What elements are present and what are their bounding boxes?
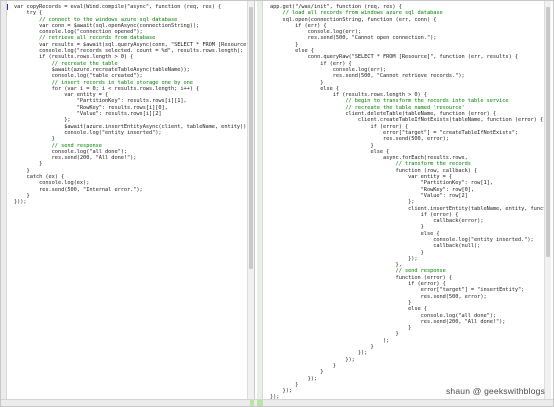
left-change-margin bbox=[1, 1, 7, 400]
left-vertical-scrollbar[interactable] bbox=[247, 1, 254, 400]
left-code-pane[interactable]: var copyRecords = eval(Wind.compile("asy… bbox=[1, 1, 255, 400]
left-scrollbar-thumb[interactable] bbox=[249, 7, 253, 269]
code-line: var copyRecords = eval(Wind.compile("asy… bbox=[14, 4, 222, 10]
right-change-margin bbox=[257, 1, 263, 400]
watermark-text: shaun @ geekswithblogs bbox=[445, 386, 545, 396]
editor-window: var copyRecords = eval(Wind.compile("asy… bbox=[0, 0, 554, 407]
code-line: client.createTableIfNotExists(tableName,… bbox=[270, 117, 544, 124]
horizontal-scroll-strip[interactable] bbox=[1, 399, 553, 406]
right-change-indicator bbox=[257, 400, 263, 406]
code-line: client.insertEntity(tableName, entity, f… bbox=[408, 205, 551, 212]
right-vertical-scrollbar[interactable] bbox=[544, 1, 551, 400]
code-line: $await(azure.insertEntityAsync(client, t… bbox=[14, 123, 250, 130]
right-scrollbar-thumb[interactable] bbox=[546, 7, 550, 257]
code-comment-line: // begin to transform the records into t… bbox=[270, 98, 509, 105]
right-code-body[interactable]: app.get("/was/init", function (req, res)… bbox=[270, 4, 551, 400]
text-cursor bbox=[7, 4, 8, 10]
left-code-body[interactable]: var copyRecords = eval(Wind.compile("asy… bbox=[14, 4, 254, 206]
right-code-pane[interactable]: app.get("/was/init", function (req, res)… bbox=[257, 1, 551, 400]
code-line: conn.queryRaw("SELECT * FROM [Resource]"… bbox=[270, 54, 518, 61]
code-line: })); bbox=[14, 199, 27, 206]
code-line: error["target"] = "insertEntity"; bbox=[270, 287, 525, 294]
left-change-indicator bbox=[250, 400, 254, 406]
